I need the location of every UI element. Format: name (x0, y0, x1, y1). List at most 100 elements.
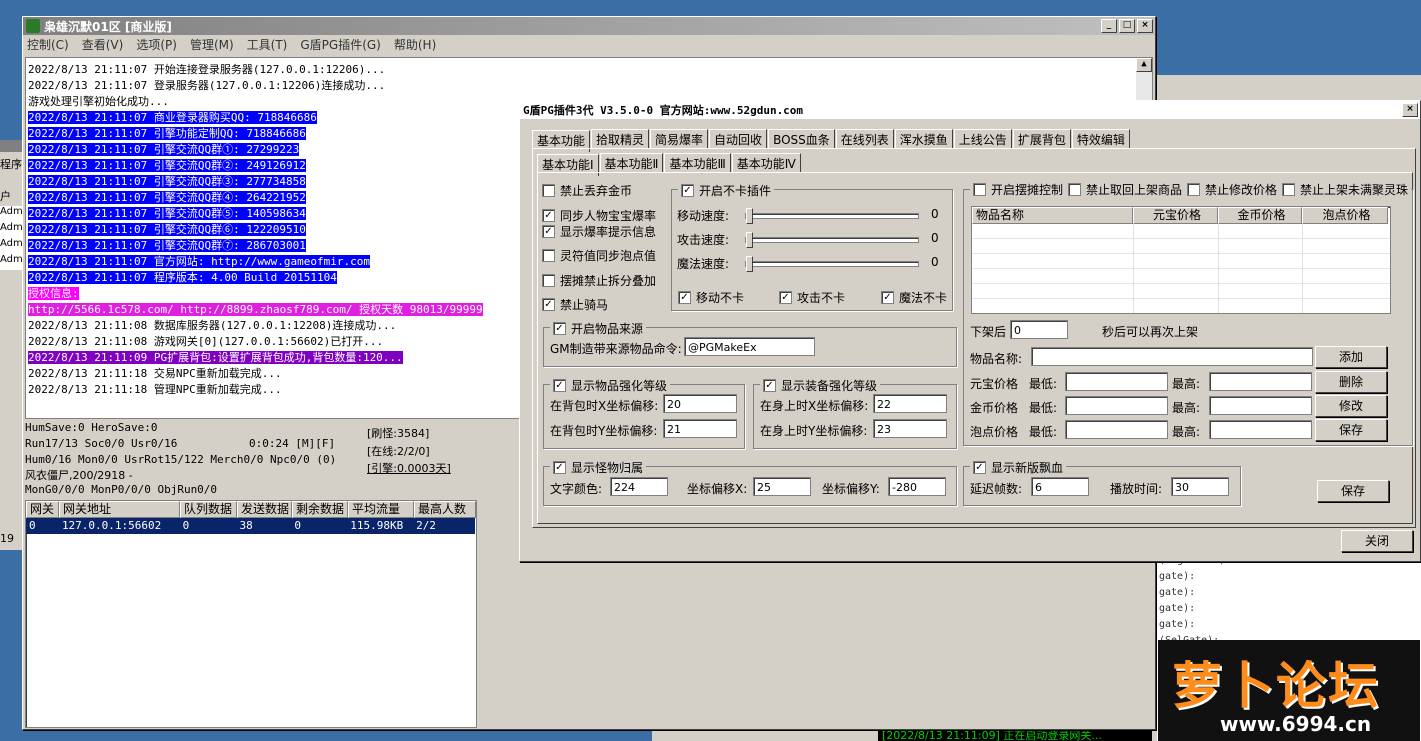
checkbox[interactable] (1068, 183, 1082, 196)
close-button[interactable]: × (1137, 19, 1153, 33)
left-item-4[interactable]: Adm (0, 238, 24, 254)
col-gate-address[interactable]: 网关地址 (59, 501, 180, 518)
plugin-titlebar[interactable]: G盾PG插件3代 V3.5.0-0 官方网站:www.52gdun.com × (520, 101, 1420, 119)
tab-fishing[interactable]: 浑水摸鱼 (894, 129, 953, 149)
group-float-blood-title[interactable]: ✓ 显示新版飘血 (970, 459, 1067, 476)
minimize-button[interactable]: _ (1101, 19, 1117, 33)
plugin-close-icon[interactable]: × (1402, 103, 1418, 117)
checkbox[interactable]: ✓ (973, 461, 986, 474)
checkbox[interactable] (1282, 183, 1296, 196)
subtab-basic-3[interactable]: 基本功能Ⅲ (664, 153, 731, 173)
check-sync-lingfu[interactable]: 灵符值同步泡点值 (542, 247, 656, 264)
checkbox[interactable]: ✓ (881, 291, 894, 304)
market-save-button[interactable]: 保存 (1315, 419, 1387, 441)
menu-tools[interactable]: 工具(T) (247, 36, 288, 53)
col-gate[interactable]: 网关 (26, 501, 59, 518)
left-item-3[interactable]: Adm (0, 222, 24, 238)
check-no-drop-gold[interactable]: 禁止丢弃金币 (542, 182, 632, 199)
group-no-lag-title[interactable]: ✓ 开启不卡插件 (678, 182, 775, 199)
checkbox[interactable]: ✓ (542, 225, 555, 238)
group-equip-strength-title[interactable]: ✓ 显示装备强化等级 (760, 377, 881, 394)
item-name-input[interactable] (1031, 347, 1313, 366)
checkbox[interactable] (542, 274, 555, 287)
bag-x-input[interactable]: 20 (663, 394, 737, 413)
offset-x-input[interactable]: 25 (753, 477, 811, 496)
check-no-riding[interactable]: ✓ 禁止骑马 (542, 296, 608, 313)
add-button[interactable]: 添加 (1315, 346, 1387, 368)
market-item-list[interactable]: 物品名称 元宝价格 金币价格 泡点价格 (971, 206, 1391, 314)
checkbox[interactable]: ✓ (678, 291, 691, 304)
checkbox[interactable]: ✓ (542, 209, 555, 222)
check-magic-nolag[interactable]: ✓ 魔法不卡 (881, 289, 947, 306)
group-item-source-title[interactable]: ✓ 开启物品来源 (550, 320, 647, 337)
checkbox[interactable]: ✓ (681, 184, 694, 197)
gold-min-input[interactable] (1065, 396, 1168, 415)
tab-boss-hp[interactable]: BOSS血条 (768, 129, 835, 149)
tab-effects[interactable]: 特效编辑 (1071, 129, 1130, 149)
delist-seconds-input[interactable]: 0 (1010, 320, 1068, 339)
yuanbao-min-input[interactable] (1065, 372, 1168, 391)
close-button-bottom[interactable]: 关闭 (1341, 530, 1413, 552)
text-color-input[interactable]: 224 (610, 477, 668, 496)
col-sent[interactable]: 发送数据 (237, 501, 292, 518)
left-item-2[interactable]: Adm (0, 206, 24, 222)
tab-ext-bag[interactable]: 扩展背包 (1012, 129, 1071, 149)
checkbox[interactable] (1187, 183, 1201, 196)
check-market-control[interactable]: 开启摆摊控制 (973, 181, 1063, 198)
menu-control[interactable]: 控制(C) (27, 36, 69, 53)
menu-view[interactable]: 查看(V) (82, 36, 124, 53)
points-max-input[interactable] (1209, 420, 1312, 439)
subtab-basic-4[interactable]: 基本功能Ⅳ (731, 153, 801, 173)
group-monster-owner-title[interactable]: ✓ 显示怪物归属 (550, 459, 647, 476)
col-max-users[interactable]: 最高人数 (414, 501, 476, 518)
tab-droprate[interactable]: 简易爆率 (650, 129, 709, 149)
check-move-nolag[interactable]: ✓ 移动不卡 (678, 289, 744, 306)
checkbox[interactable]: ✓ (553, 322, 566, 335)
col-queue[interactable]: 队列数据 (180, 501, 237, 518)
checkbox[interactable]: ✓ (763, 379, 776, 392)
col-item-name[interactable]: 物品名称 (972, 207, 1133, 224)
menu-manage[interactable]: 管理(M) (190, 36, 234, 53)
left-item-5[interactable]: Adm (0, 254, 24, 270)
points-min-input[interactable] (1065, 420, 1168, 439)
check-show-droprate-tip[interactable]: ✓ 显示爆率提示信息 (542, 223, 656, 240)
check-attack-nolag[interactable]: ✓ 攻击不卡 (779, 289, 845, 306)
play-time-input[interactable]: 30 (1171, 477, 1229, 496)
tab-recycle[interactable]: 自动回收 (709, 129, 768, 149)
checkbox[interactable] (973, 183, 986, 196)
maximize-button[interactable]: □ (1119, 19, 1135, 33)
tab-announce[interactable]: 上线公告 (953, 129, 1012, 149)
checkbox[interactable]: ✓ (553, 461, 566, 474)
yuanbao-max-input[interactable] (1209, 372, 1312, 391)
modify-button[interactable]: 修改 (1315, 395, 1387, 417)
bag-y-input[interactable]: 21 (663, 419, 737, 438)
col-yuanbao[interactable]: 元宝价格 (1133, 207, 1218, 224)
group-item-strength-title[interactable]: ✓ 显示物品强化等级 (550, 377, 671, 394)
delete-button[interactable]: 删除 (1315, 371, 1387, 393)
col-points[interactable]: 泡点价格 (1302, 207, 1388, 224)
col-gold[interactable]: 金币价格 (1218, 207, 1302, 224)
checkbox[interactable]: ✓ (779, 291, 792, 304)
check-no-retrieve[interactable]: 禁止取回上架商品 (1068, 181, 1182, 198)
menu-help[interactable]: 帮助(H) (394, 36, 436, 53)
tab-online-list[interactable]: 在线列表 (835, 129, 894, 149)
check-no-unfull-pearl[interactable]: 禁止上架未满聚灵珠 (1282, 181, 1408, 198)
delay-frames-input[interactable]: 6 (1031, 477, 1089, 496)
menu-gdun-plugin[interactable]: G盾PG插件(G) (300, 36, 381, 53)
gold-max-input[interactable] (1209, 396, 1312, 415)
body-x-input[interactable]: 22 (873, 394, 947, 413)
attack-speed-slider[interactable] (745, 232, 919, 248)
checkbox[interactable] (542, 184, 555, 197)
magic-speed-slider[interactable] (745, 256, 919, 272)
checkbox[interactable] (542, 249, 555, 262)
table-row[interactable]: 0 127.0.0.1:56602 0 38 0 115.98KB 2/2 (26, 518, 475, 534)
check-no-split-stack[interactable]: 摆摊禁止拆分叠加 (542, 272, 656, 289)
col-remain[interactable]: 剩余数据 (292, 501, 348, 518)
move-speed-slider[interactable] (745, 208, 919, 224)
main-titlebar[interactable]: 枭雄沉默01区 [商业版] _ □ × (23, 17, 1155, 35)
body-y-input[interactable]: 23 (873, 419, 947, 438)
save-button[interactable]: 保存 (1317, 480, 1389, 502)
menu-options[interactable]: 选项(P) (136, 36, 177, 53)
checkbox[interactable]: ✓ (553, 379, 566, 392)
offset-y-input[interactable]: -280 (888, 477, 946, 496)
